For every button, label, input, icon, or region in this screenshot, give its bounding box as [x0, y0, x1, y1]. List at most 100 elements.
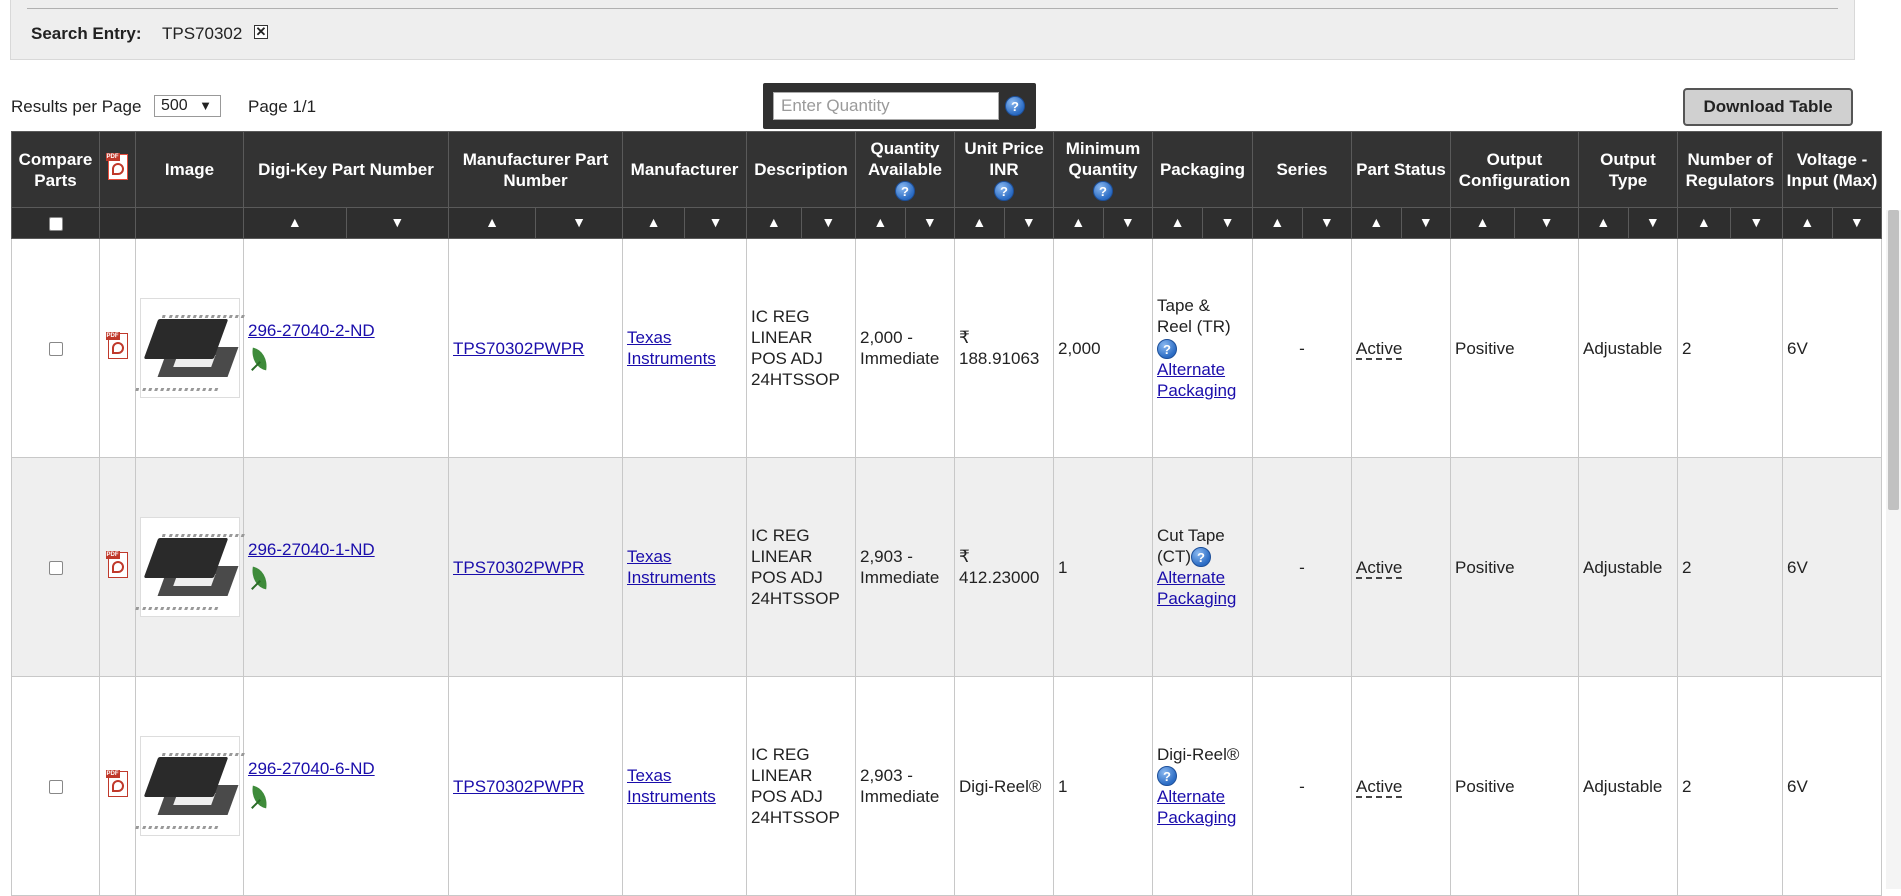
quantity-input[interactable]: Enter Quantity	[773, 92, 999, 120]
sort-asc-icon[interactable]: ▲	[244, 208, 346, 238]
sort-desc-icon[interactable]: ▼	[1301, 208, 1352, 238]
manufacturer-link[interactable]: Texas Instruments	[627, 547, 716, 587]
sort-asc-icon[interactable]: ▲	[1153, 208, 1202, 238]
sort-asc-icon[interactable]: ▲	[449, 208, 535, 238]
sort-asc-icon[interactable]: ▲	[623, 208, 684, 238]
header-label: Minimum Quantity	[1065, 138, 1141, 179]
scrollbar-thumb[interactable]	[1888, 210, 1899, 510]
manufacturer-part-link[interactable]: TPS70302PWPR	[453, 339, 584, 358]
minimum-quantity-cell: 1	[1053, 457, 1153, 677]
sort-desc-icon[interactable]: ▼	[1729, 208, 1783, 238]
part-status[interactable]: Active	[1356, 557, 1403, 579]
compare-checkbox[interactable]	[48, 561, 63, 576]
remove-search-icon[interactable]: ✕	[254, 25, 268, 39]
compare-checkbox[interactable]	[48, 780, 63, 795]
series-cell: -	[1252, 238, 1352, 458]
sort-asc-icon[interactable]: ▲	[1678, 208, 1730, 238]
voltage-input-max-cell: 6V	[1782, 457, 1882, 677]
sort-asc-icon[interactable]: ▲	[955, 208, 1004, 238]
header-packaging: Packaging	[1152, 131, 1253, 208]
sort-asc-icon[interactable]: ▲	[856, 208, 905, 238]
sort-desc-icon[interactable]: ▼	[1202, 208, 1252, 238]
datasheet-pdf-icon[interactable]: PDF	[105, 769, 130, 799]
sort-asc-icon[interactable]: ▲	[1783, 208, 1832, 238]
quantity-available-cell: 2,903 - Immediate	[855, 676, 955, 896]
header-label: Quantity Available	[867, 138, 943, 179]
sort-desc-icon[interactable]: ▼	[535, 208, 622, 238]
header-output-type: Output Type	[1578, 131, 1678, 208]
help-icon[interactable]: ?	[1157, 338, 1177, 359]
sort-asc-icon[interactable]: ▲	[1054, 208, 1103, 238]
sort-asc-icon[interactable]: ▲	[747, 208, 801, 238]
sort-desc-icon[interactable]: ▼	[1831, 208, 1882, 238]
minimum-quantity-cell: 2,000	[1053, 238, 1153, 458]
unit-price-cell: Digi-Reel®	[954, 676, 1054, 896]
manufacturer-link[interactable]: Texas Instruments	[627, 766, 716, 806]
search-entry-value: TPS70302	[162, 24, 243, 43]
header-description: Description	[746, 131, 856, 208]
quantity-available-cell: 2,000 - Immediate	[855, 238, 955, 458]
sort-desc-icon[interactable]: ▼	[800, 208, 856, 238]
rohs-leaf-icon	[248, 347, 270, 371]
header-label: Unit Price INR	[964, 138, 1044, 179]
unit-price-cell: ₹ 188.91063	[954, 238, 1054, 458]
rohs-leaf-icon	[248, 785, 270, 809]
datasheet-pdf-icon[interactable]: PDF	[105, 550, 130, 580]
sort-desc-icon[interactable]: ▼	[1627, 208, 1678, 238]
compare-checkbox[interactable]	[48, 342, 63, 357]
help-icon[interactable]: ?	[1093, 181, 1113, 202]
output-type-cell: Adjustable	[1578, 676, 1678, 896]
header-digikey-part-number: Digi-Key Part Number	[243, 131, 449, 208]
sort-asc-icon[interactable]: ▲	[1579, 208, 1628, 238]
digikey-part-link[interactable]: 296-27040-2-ND	[248, 321, 375, 340]
product-image[interactable]	[135, 298, 245, 398]
product-image[interactable]	[135, 736, 245, 836]
manufacturer-part-link[interactable]: TPS70302PWPR	[453, 777, 584, 796]
manufacturer-part-link[interactable]: TPS70302PWPR	[453, 558, 584, 577]
sort-desc-icon[interactable]: ▼	[1003, 208, 1054, 238]
download-table-button[interactable]: Download Table	[1683, 88, 1853, 126]
results-per-page-value: 500	[161, 97, 188, 114]
alternate-packaging-link[interactable]: Alternate Packaging	[1157, 568, 1236, 608]
unit-price-cell: ₹ 412.23000	[954, 457, 1054, 677]
product-image[interactable]	[135, 517, 245, 617]
sort-desc-icon[interactable]: ▼	[345, 208, 449, 238]
digikey-part-link[interactable]: 296-27040-6-ND	[248, 759, 375, 778]
results-per-page-select[interactable]: 500 ▼	[154, 95, 221, 117]
description-cell: IC REG LINEAR POS ADJ 24HTSSOP	[746, 238, 856, 458]
sort-desc-icon[interactable]: ▼	[904, 208, 955, 238]
sort-row: ▲ ▼ ▲ ▼ ▲ ▼ ▲ ▼ ▲ ▼ ▲ ▼ ▲ ▼ ▲ ▼ ▲ ▼ ▲ ▼ ▲ ▼ ▲ ▼ ▲ ▼ ▲…	[11, 207, 1882, 239]
voltage-input-max-cell: 6V	[1782, 238, 1882, 458]
help-icon[interactable]: ?	[1190, 547, 1211, 568]
header-manufacturer-part-number: Manufacturer Part Number	[448, 131, 623, 208]
header-output-configuration: Output Configuration	[1450, 131, 1579, 208]
manufacturer-link[interactable]: Texas Instruments	[627, 328, 716, 368]
part-status[interactable]: Active	[1356, 776, 1403, 798]
sort-desc-icon[interactable]: ▼	[684, 208, 746, 238]
header-manufacturer: Manufacturer	[622, 131, 747, 208]
alternate-packaging-link[interactable]: Alternate Packaging	[1157, 787, 1236, 827]
select-all-checkbox[interactable]	[48, 216, 63, 231]
datasheet-pdf-icon[interactable]: PDF	[105, 331, 130, 361]
sort-asc-icon[interactable]: ▲	[1451, 208, 1514, 238]
help-icon[interactable]: ?	[1005, 96, 1025, 116]
sort-desc-icon[interactable]: ▼	[1514, 208, 1578, 238]
sort-asc-icon[interactable]: ▲	[1352, 208, 1401, 238]
help-icon[interactable]: ?	[1157, 766, 1177, 787]
page-indicator: Page 1/1	[248, 97, 317, 116]
help-icon[interactable]: ?	[895, 181, 915, 202]
header-voltage-input-max: Voltage - Input (Max)	[1782, 131, 1882, 208]
search-entry-panel: Search Entry: TPS70302 ✕	[10, 0, 1855, 60]
alternate-packaging-link[interactable]: Alternate Packaging	[1157, 360, 1236, 400]
sort-asc-icon[interactable]: ▲	[1253, 208, 1302, 238]
packaging-text: Tape & Reel (TR)	[1157, 296, 1231, 337]
number-of-regulators-cell: 2	[1677, 676, 1783, 896]
vertical-scrollbar[interactable]	[1886, 210, 1901, 889]
sort-desc-icon[interactable]: ▼	[1102, 208, 1153, 238]
digikey-part-link[interactable]: 296-27040-1-ND	[248, 540, 375, 559]
sort-desc-icon[interactable]: ▼	[1400, 208, 1451, 238]
part-status[interactable]: Active	[1356, 338, 1403, 360]
quantity-box: Enter Quantity ?	[763, 83, 1036, 129]
help-icon[interactable]: ?	[994, 181, 1014, 202]
output-configuration-cell: Positive	[1450, 676, 1579, 896]
